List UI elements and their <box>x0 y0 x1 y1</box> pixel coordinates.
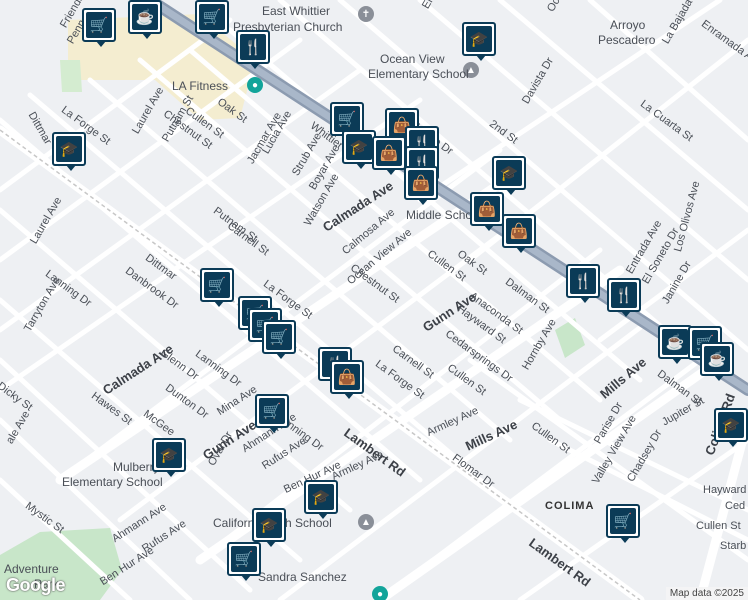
coffee-icon: ☕ <box>132 4 158 30</box>
marker-5[interactable]: 🎓 <box>52 132 86 171</box>
bag-icon: 👜 <box>506 218 532 244</box>
arroyo-label: Arroyo <box>610 18 646 32</box>
cart-icon: 🛒 <box>259 398 285 424</box>
fitness-pin-icon[interactable]: ● <box>247 77 263 93</box>
marker-21[interactable]: 🎓 <box>714 408 748 447</box>
marker-12[interactable]: 👜 <box>404 166 438 205</box>
school-label: Elementary School <box>62 475 163 489</box>
school-icon: 🎓 <box>466 26 492 52</box>
map-data-attribution[interactable]: Map data ©2025 <box>665 587 748 600</box>
park-pin-icon[interactable]: ● <box>372 586 388 600</box>
school-icon: 🎓 <box>718 412 744 438</box>
school-label: Elementary School <box>368 67 469 81</box>
cart-icon: 🛒 <box>610 508 636 534</box>
marker-9[interactable]: 👜 <box>372 136 406 175</box>
marker-28[interactable]: 🛒 <box>255 394 289 433</box>
school-pin-icon[interactable]: ▲ <box>358 514 374 530</box>
bag-icon: 👜 <box>334 364 360 390</box>
street-label: Starb <box>720 540 747 552</box>
map-canvas[interactable]: ✝ ● ▲ ▲ ● East Whittier Presbyterian Chu… <box>0 0 748 600</box>
fork-knife-icon: 🍴 <box>611 282 637 308</box>
cart-icon: 🛒 <box>199 4 225 30</box>
school-icon: 🎓 <box>156 442 182 468</box>
marker-13[interactable]: 🎓 <box>492 156 526 195</box>
school-icon: 🎓 <box>256 512 282 538</box>
cart-icon: 🛒 <box>266 324 292 350</box>
marker-27[interactable]: 👜 <box>330 360 364 399</box>
cart-icon: 🛒 <box>204 272 230 298</box>
google-logo[interactable]: Google <box>6 575 66 596</box>
marker-16[interactable]: 🍴 <box>566 264 600 303</box>
school-icon: 🎓 <box>56 136 82 162</box>
marker-15[interactable]: 👜 <box>502 214 536 253</box>
marker-3[interactable]: 🍴 <box>236 30 270 69</box>
fitness-label: LA Fitness <box>172 79 229 93</box>
bag-icon: 👜 <box>408 170 434 196</box>
marker-25[interactable]: 🛒 <box>262 320 296 359</box>
arroyo-label: Pescadero <box>598 33 656 47</box>
marker-7[interactable]: 🎓 <box>342 130 376 169</box>
marker-2[interactable]: 🛒 <box>195 0 229 39</box>
street-label: Ced <box>725 500 746 512</box>
bag-icon: 👜 <box>474 196 500 222</box>
street-label: Hayward <box>703 484 747 496</box>
marker-32[interactable]: 🛒 <box>227 542 261 581</box>
marker-31[interactable]: 🎓 <box>252 508 286 547</box>
marker-18[interactable]: ☕ <box>658 325 692 364</box>
marker-14[interactable]: 👜 <box>470 192 504 231</box>
park-label: Adventure <box>4 562 59 576</box>
street-label: Cullen St <box>696 520 741 532</box>
marker-17[interactable]: 🍴 <box>607 278 641 317</box>
school-label: Sandra Sanchez <box>258 570 347 584</box>
marker-0[interactable]: 🛒 <box>82 8 116 47</box>
marker-29[interactable]: 🎓 <box>152 438 186 477</box>
church-icon[interactable]: ✝ <box>358 6 374 22</box>
marker-22[interactable]: 🛒 <box>200 268 234 307</box>
school-icon: 🎓 <box>346 134 372 160</box>
area-label: COLIMA <box>545 500 595 512</box>
marker-20[interactable]: ☕ <box>700 342 734 381</box>
church-label: East Whittier <box>262 4 331 18</box>
coffee-icon: ☕ <box>704 346 730 372</box>
marker-30[interactable]: 🎓 <box>304 480 338 519</box>
cart-icon: 🛒 <box>231 546 257 572</box>
cart-icon: 🛒 <box>334 106 360 132</box>
school-label: Ocean View <box>380 52 445 66</box>
cart-icon: 🛒 <box>86 12 112 38</box>
marker-1[interactable]: ☕ <box>128 0 162 39</box>
marker-33[interactable]: 🛒 <box>606 504 640 543</box>
school-icon: 🎓 <box>496 160 522 186</box>
school-icon: 🎓 <box>308 484 334 510</box>
fork-knife-icon: 🍴 <box>240 34 266 60</box>
coffee-icon: ☕ <box>662 329 688 355</box>
fork-knife-icon: 🍴 <box>570 268 596 294</box>
marker-4[interactable]: 🎓 <box>462 22 496 61</box>
park-area <box>555 318 585 358</box>
bag-icon: 👜 <box>376 140 402 166</box>
park-area <box>60 60 82 92</box>
